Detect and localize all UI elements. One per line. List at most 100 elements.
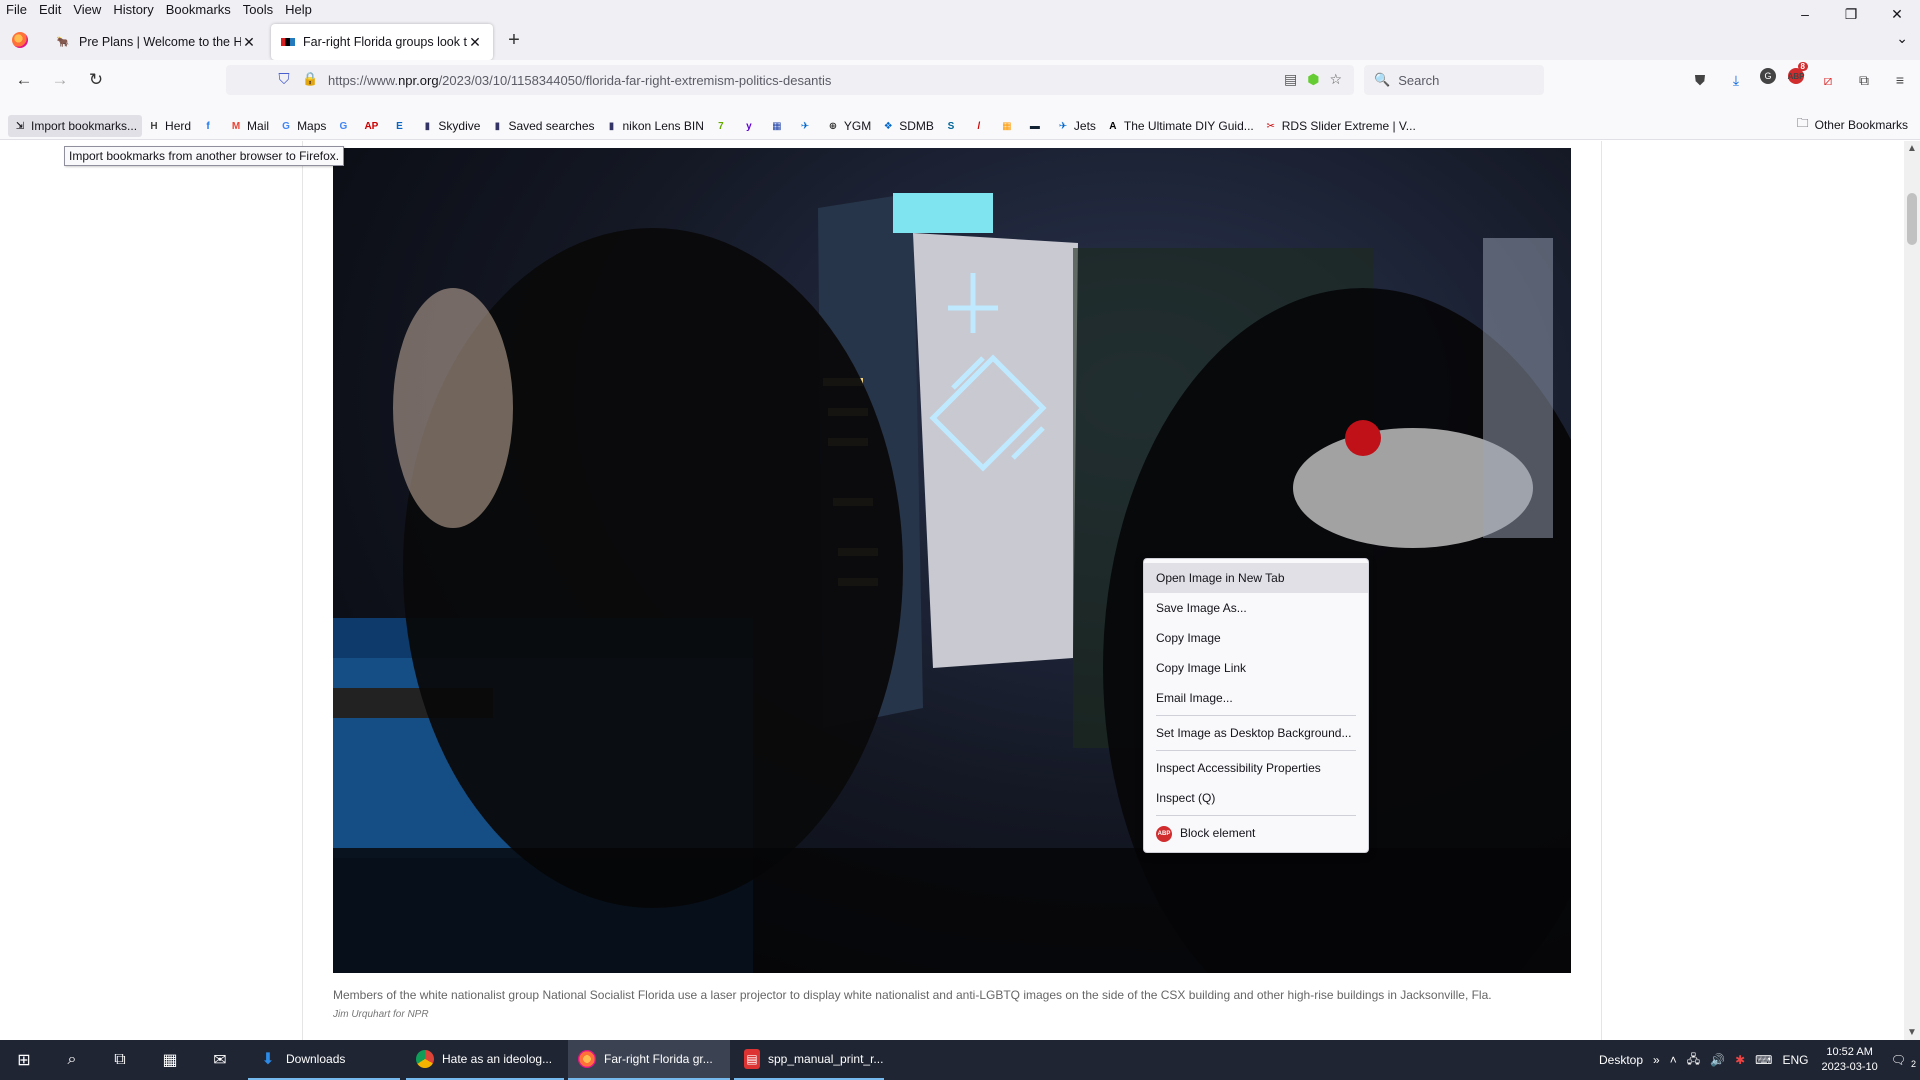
chevron-right-icon[interactable]: » — [1648, 1053, 1665, 1067]
inspect-accessibility-item[interactable]: Inspect Accessibility Properties — [1144, 753, 1368, 783]
taskbar-app-downloads[interactable]: ⬇ Downloads — [248, 1040, 400, 1080]
close-icon[interactable]: ✕ — [241, 34, 257, 51]
url-text[interactable]: https://www.npr.org/2023/03/10/115834405… — [328, 73, 831, 88]
menu-history[interactable]: History — [107, 0, 159, 20]
bookmark-item[interactable]: ✈ Jets — [1051, 115, 1101, 137]
bookmark-label: Jets — [1073, 119, 1096, 133]
notifications-icon[interactable]: 🗨 2 — [1886, 1053, 1920, 1069]
bookmark-item[interactable]: A The Ultimate DIY Guid... — [1101, 115, 1259, 137]
menu-bookmarks[interactable]: Bookmarks — [160, 0, 237, 20]
copy-image-link-item[interactable]: Copy Image Link — [1144, 653, 1368, 683]
block-element-item[interactable]: ABP Block element — [1144, 818, 1368, 848]
pdf-extension-icon[interactable]: ⧄ — [1816, 68, 1840, 92]
tab-npr-article[interactable]: Far-right Florida groups look to ✕ — [271, 24, 493, 60]
bookmark-item[interactable]: ✈ — [793, 115, 821, 137]
bookmark-label: SDMB — [899, 119, 934, 133]
bookmark-item[interactable]: ⊕ YGM — [821, 115, 876, 137]
volume-icon[interactable]: 🔊 — [1705, 1053, 1730, 1067]
network-icon[interactable]: 🖧 — [1682, 1050, 1705, 1071]
grammarly-icon[interactable]: G — [1760, 68, 1776, 84]
forward-icon[interactable]: → — [48, 68, 72, 92]
new-tab-button[interactable]: + — [504, 30, 524, 50]
firefox-logo-icon[interactable] — [12, 32, 28, 48]
language-indicator[interactable]: ENG — [1777, 1053, 1813, 1067]
app-menu-icon[interactable]: ≡ — [1888, 68, 1912, 92]
desktop-toolbar-label[interactable]: Desktop — [1594, 1053, 1648, 1067]
mail-app-icon[interactable]: ✉ — [196, 1040, 244, 1080]
tab-pre-plans[interactable]: 🐂 Pre Plans | Welcome to the Herd ✕ — [45, 24, 267, 60]
set-desktop-background-item[interactable]: Set Image as Desktop Background... — [1144, 718, 1368, 748]
extension-shield-icon[interactable]: ⬢ — [1307, 71, 1319, 88]
extensions-icon[interactable]: ⧉ — [1852, 68, 1876, 92]
menu-file[interactable]: File — [0, 0, 33, 20]
minimize-button[interactable]: – — [1782, 0, 1828, 28]
bookmark-item[interactable]: AP — [359, 115, 387, 137]
bookmark-item[interactable]: ❖ SDMB — [876, 115, 939, 137]
downloads-icon[interactable]: ⤓ — [1724, 68, 1748, 92]
menu-tools[interactable]: Tools — [237, 0, 279, 20]
calculator-icon[interactable]: ▦ — [146, 1040, 194, 1080]
scrollbar-thumb[interactable] — [1907, 193, 1917, 245]
bookmark-item[interactable]: f — [196, 115, 224, 137]
bookmark-item[interactable]: G Maps — [274, 115, 331, 137]
menu-help[interactable]: Help — [279, 0, 318, 20]
bookmark-item[interactable]: / — [967, 115, 995, 137]
save-image-as-item[interactable]: Save Image As... — [1144, 593, 1368, 623]
article-photo[interactable] — [333, 148, 1571, 973]
bookmark-item[interactable]: H Herd — [142, 115, 196, 137]
taskbar-app-label: Hate as an ideolog... — [442, 1052, 553, 1066]
tab-title: Pre Plans | Welcome to the Herd — [79, 35, 241, 49]
lock-icon[interactable]: 🔒 — [302, 71, 318, 89]
inspect-item[interactable]: Inspect (Q) — [1144, 783, 1368, 813]
bookmark-item[interactable]: ▦ — [765, 115, 793, 137]
task-view-icon[interactable]: ⧉ — [96, 1040, 144, 1080]
other-bookmarks-folder[interactable]: 🗀 Other Bookmarks — [1797, 114, 1908, 135]
windows-start-icon[interactable]: ⊞ — [0, 1040, 48, 1080]
bookmark-item[interactable]: G — [331, 115, 359, 137]
bookmark-item[interactable]: 7 — [709, 115, 737, 137]
search-icon: 🔍 — [1374, 72, 1391, 87]
taskbar-app-firefox[interactable]: Far-right Florida gr... — [568, 1040, 730, 1080]
reader-view-icon[interactable]: ▤ — [1284, 71, 1297, 88]
bookmark-item[interactable]: M Mail — [224, 115, 274, 137]
bluetooth-icon[interactable]: ✱ — [1730, 1053, 1750, 1067]
keyboard-icon[interactable]: ⌨ — [1750, 1053, 1777, 1067]
bookmark-item[interactable]: ▮ Saved searches — [485, 115, 599, 137]
bookmark-item[interactable]: S — [939, 115, 967, 137]
vertical-scrollbar[interactable]: ▲ ▼ — [1904, 141, 1920, 1040]
search-icon[interactable]: ⌕ — [48, 1040, 96, 1080]
menu-view[interactable]: View — [67, 0, 107, 20]
taskbar-app-pdf[interactable]: ▤ spp_manual_print_r... — [734, 1040, 884, 1080]
search-input[interactable]: 🔍 Search — [1364, 65, 1544, 95]
bookmark-item[interactable]: ✂ RDS Slider Extreme | V... — [1259, 115, 1421, 137]
bookmark-star-icon[interactable]: ☆ — [1329, 71, 1342, 88]
bookmark-item[interactable]: y — [737, 115, 765, 137]
scroll-up-icon[interactable]: ▲ — [1904, 143, 1920, 154]
open-image-new-tab-item[interactable]: Open Image in New Tab — [1144, 563, 1368, 593]
photo-illustration — [333, 193, 1571, 973]
bookmark-favicon-icon: ▦ — [1002, 120, 1012, 132]
bookmark-item[interactable]: E — [387, 115, 415, 137]
restore-button[interactable]: ❐ — [1828, 0, 1874, 28]
scroll-down-icon[interactable]: ▼ — [1904, 1027, 1920, 1038]
close-icon[interactable]: ✕ — [467, 34, 483, 51]
taskbar-app-chrome[interactable]: Hate as an ideolog... — [406, 1040, 564, 1080]
back-icon[interactable]: ← — [12, 68, 36, 92]
bookmark-item[interactable]: ▮ Skydive — [415, 115, 485, 137]
import-bookmarks-button[interactable]: ⇲ Import bookmarks... — [8, 115, 143, 137]
show-hidden-icons-icon[interactable]: ˄ — [1665, 1053, 1682, 1067]
copy-image-item[interactable]: Copy Image — [1144, 623, 1368, 653]
bookmark-item[interactable]: ▬ — [1023, 115, 1051, 137]
pocket-icon[interactable]: ⛊ — [1688, 68, 1712, 92]
tracking-protection-shield-icon[interactable]: ⛉ — [276, 71, 292, 89]
adblock-plus-icon[interactable]: ABP 8 — [1788, 62, 1808, 84]
bookmark-item[interactable]: ▮ nikon Lens BIN — [600, 115, 709, 137]
url-bar[interactable]: ⛉ 🔒 https://www.npr.org/2023/03/10/11583… — [226, 65, 1354, 95]
bookmark-item[interactable]: ▦ — [995, 115, 1023, 137]
email-image-item[interactable]: Email Image... — [1144, 683, 1368, 713]
reload-icon[interactable]: ↻ — [84, 68, 108, 92]
window-close-button[interactable]: ✕ — [1874, 0, 1920, 28]
menu-edit[interactable]: Edit — [33, 0, 67, 20]
list-all-tabs-icon[interactable]: ⌄ — [1896, 30, 1908, 47]
clock[interactable]: 10:52 AM 2023-03-10 — [1813, 1045, 1885, 1075]
